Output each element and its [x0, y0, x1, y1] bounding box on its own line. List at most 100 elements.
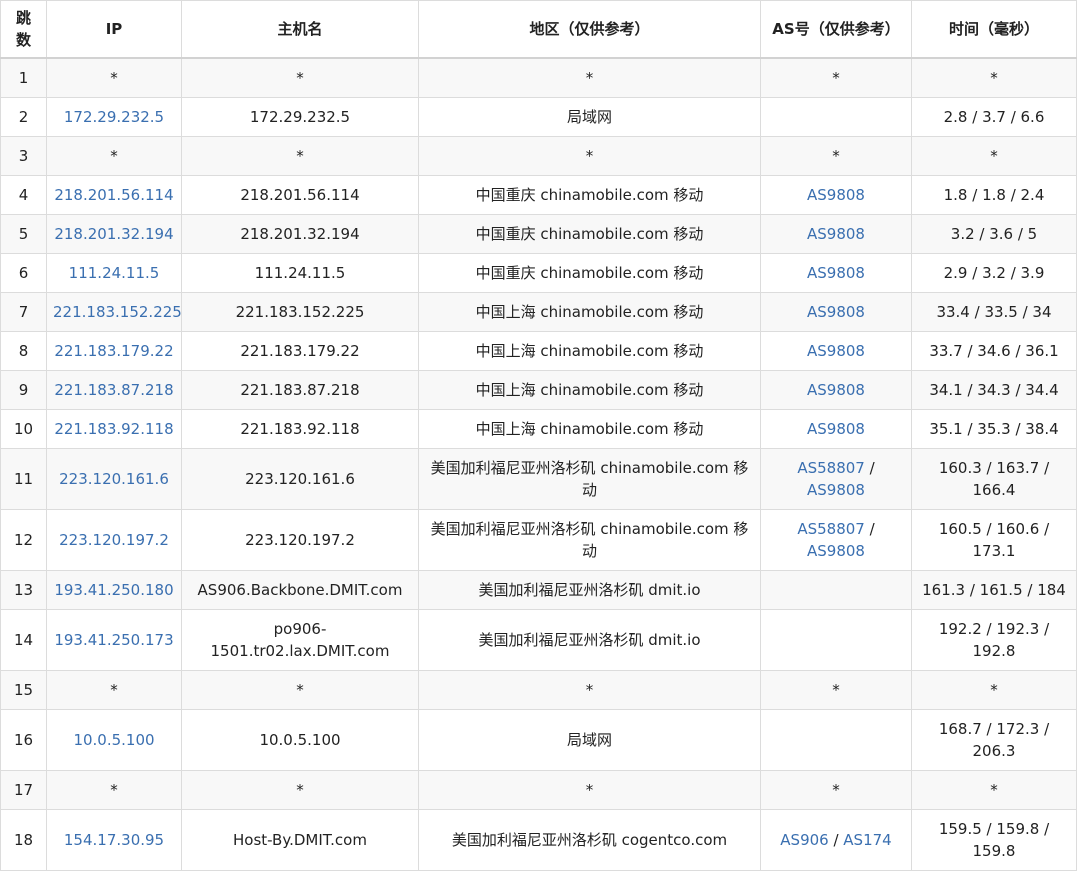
hop-cell: 3: [0, 135, 47, 176]
as-cell: AS9808: [760, 330, 912, 371]
as-separator: /: [864, 519, 875, 538]
as-link[interactable]: AS9808: [807, 481, 865, 499]
as-cell: *: [760, 57, 912, 98]
table-row: 1 * * * * *: [0, 57, 1077, 98]
ip-cell: 10.0.5.100: [46, 708, 182, 771]
ip-link[interactable]: 193.41.250.173: [54, 631, 173, 649]
time-cell: 192.2 / 192.3 / 192.8: [911, 608, 1077, 671]
hop-cell: 10: [0, 408, 47, 449]
table-row: 6 111.24.11.5 111.24.11.5 中国重庆 chinamobi…: [0, 252, 1077, 293]
as-link[interactable]: AS9808: [807, 225, 865, 243]
hop-cell: 17: [0, 769, 47, 810]
ip-link[interactable]: 154.17.30.95: [64, 831, 164, 849]
hop-cell: 13: [0, 569, 47, 610]
region-cell: *: [418, 57, 761, 98]
hop-column-header: 跳 数: [0, 0, 47, 59]
hop-cell: 5: [0, 213, 47, 254]
table-row: 8 221.183.179.22 221.183.179.22 中国上海 chi…: [0, 330, 1077, 371]
ip-cell: 193.41.250.180: [46, 569, 182, 610]
ip-link[interactable]: 223.120.197.2: [59, 531, 169, 549]
hostname-cell: Host-By.DMIT.com: [181, 808, 419, 871]
as-link[interactable]: AS9808: [807, 342, 865, 360]
ip-cell: 218.201.56.114: [46, 174, 182, 215]
ip-cell: 221.183.152.225: [46, 291, 182, 332]
region-cell: 美国加利福尼亚州洛杉矶 dmit.io: [418, 608, 761, 671]
table-row: 12 223.120.197.2 223.120.197.2 美国加利福尼亚州洛…: [0, 508, 1077, 571]
table-row: 15 * * * * *: [0, 669, 1077, 710]
traceroute-table: 跳 数 IP 主机名 地区（仅供参考） AS号（仅供参考） 时间（毫秒） 1 *…: [0, 0, 1077, 871]
region-cell: 局域网: [418, 708, 761, 771]
header-row: 跳 数 IP 主机名 地区（仅供参考） AS号（仅供参考） 时间（毫秒）: [0, 0, 1077, 59]
as-link[interactable]: AS906: [780, 831, 828, 849]
time-cell: 2.9 / 3.2 / 3.9: [911, 252, 1077, 293]
ip-link[interactable]: 218.201.32.194: [54, 225, 173, 243]
hop-cell: 18: [0, 808, 47, 871]
region-cell: *: [418, 669, 761, 710]
as-link[interactable]: AS58807: [797, 459, 865, 477]
ip-cell: 154.17.30.95: [46, 808, 182, 871]
region-cell: *: [418, 135, 761, 176]
ip-cell: 218.201.32.194: [46, 213, 182, 254]
region-cell: 中国重庆 chinamobile.com 移动: [418, 252, 761, 293]
hostname-cell: 221.183.92.118: [181, 408, 419, 449]
region-cell: 中国重庆 chinamobile.com 移动: [418, 213, 761, 254]
table-row: 13 193.41.250.180 AS906.Backbone.DMIT.co…: [0, 569, 1077, 610]
table-row: 18 154.17.30.95 Host-By.DMIT.com 美国加利福尼亚…: [0, 808, 1077, 871]
as-cell: *: [760, 769, 912, 810]
time-cell: *: [911, 57, 1077, 98]
table-header: 跳 数 IP 主机名 地区（仅供参考） AS号（仅供参考） 时间（毫秒）: [0, 0, 1077, 59]
as-link[interactable]: AS9808: [807, 303, 865, 321]
region-cell: 中国上海 chinamobile.com 移动: [418, 291, 761, 332]
ip-link[interactable]: 223.120.161.6: [59, 470, 169, 488]
as-cell: AS9808: [760, 369, 912, 410]
ip-link[interactable]: 221.183.152.225: [53, 303, 181, 321]
hostname-cell: *: [181, 57, 419, 98]
ip-link[interactable]: 221.183.92.118: [54, 420, 173, 438]
as-link[interactable]: AS9808: [807, 381, 865, 399]
time-column-header: 时间（毫秒）: [911, 0, 1077, 59]
hop-cell: 7: [0, 291, 47, 332]
as-cell: AS58807 / AS9808: [760, 508, 912, 571]
hostname-cell: 172.29.232.5: [181, 96, 419, 137]
as-separator: /: [828, 830, 844, 849]
as-link[interactable]: AS58807: [797, 520, 865, 538]
as-cell: [760, 708, 912, 771]
hostname-cell: 221.183.87.218: [181, 369, 419, 410]
ip-cell: *: [46, 57, 182, 98]
ip-link[interactable]: 221.183.179.22: [54, 342, 173, 360]
ip-cell: 111.24.11.5: [46, 252, 182, 293]
as-separator: /: [864, 458, 875, 477]
ip-link[interactable]: 172.29.232.5: [64, 108, 164, 126]
hostname-cell: 221.183.152.225: [181, 291, 419, 332]
as-cell: AS9808: [760, 291, 912, 332]
time-cell: 1.8 / 1.8 / 2.4: [911, 174, 1077, 215]
ip-cell: 221.183.87.218: [46, 369, 182, 410]
table-row: 2 172.29.232.5 172.29.232.5 局域网 2.8 / 3.…: [0, 96, 1077, 137]
region-cell: 中国重庆 chinamobile.com 移动: [418, 174, 761, 215]
ip-link[interactable]: 221.183.87.218: [54, 381, 173, 399]
time-cell: 3.2 / 3.6 / 5: [911, 213, 1077, 254]
time-cell: 2.8 / 3.7 / 6.6: [911, 96, 1077, 137]
hostname-cell: *: [181, 769, 419, 810]
as-cell: AS58807 / AS9808: [760, 447, 912, 510]
hostname-cell: 218.201.56.114: [181, 174, 419, 215]
table-row: 14 193.41.250.173 po906-1501.tr02.lax.DM…: [0, 608, 1077, 671]
ip-link[interactable]: 218.201.56.114: [54, 186, 173, 204]
as-cell: AS9808: [760, 174, 912, 215]
ip-link[interactable]: 111.24.11.5: [69, 264, 160, 282]
table-body: 1 * * * * * 2 172.29.232.5 172.29.232.5 …: [0, 57, 1077, 871]
time-cell: 33.7 / 34.6 / 36.1: [911, 330, 1077, 371]
as-link[interactable]: AS9808: [807, 264, 865, 282]
as-link[interactable]: AS9808: [807, 542, 865, 560]
ip-cell: 172.29.232.5: [46, 96, 182, 137]
as-link[interactable]: AS9808: [807, 420, 865, 438]
as-cell: AS9808: [760, 252, 912, 293]
hostname-cell: 111.24.11.5: [181, 252, 419, 293]
as-link[interactable]: AS174: [843, 831, 891, 849]
ip-link[interactable]: 193.41.250.180: [54, 581, 173, 599]
ip-link[interactable]: 10.0.5.100: [73, 731, 154, 749]
region-cell: *: [418, 769, 761, 810]
as-cell: [760, 608, 912, 671]
ip-cell: 193.41.250.173: [46, 608, 182, 671]
as-link[interactable]: AS9808: [807, 186, 865, 204]
